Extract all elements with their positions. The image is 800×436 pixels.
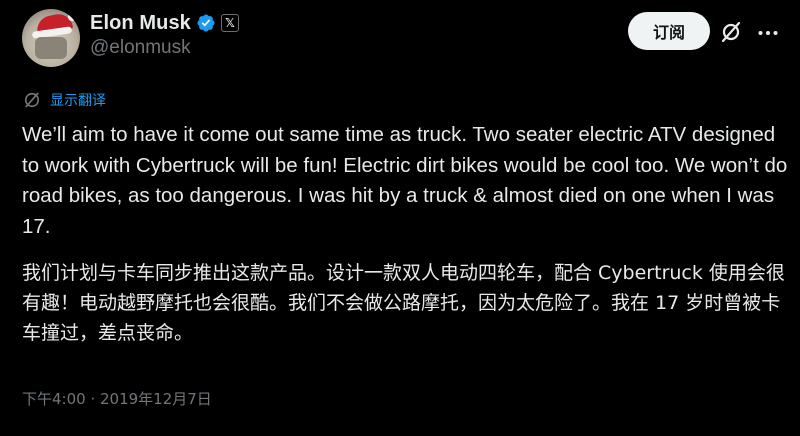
author-display-name[interactable]: Elon Musk <box>90 12 191 35</box>
avatar[interactable] <box>22 9 80 67</box>
subscribe-button[interactable]: 订阅 <box>628 12 710 50</box>
author-name-row: Elon Musk 𝕏 <box>90 11 239 35</box>
santa-hat-pompom <box>68 13 76 21</box>
affiliate-x-badge[interactable]: 𝕏 <box>220 14 239 32</box>
avatar-face <box>35 37 67 59</box>
author-handle[interactable]: @elonmusk <box>90 37 191 59</box>
more-options-icon[interactable] <box>756 21 780 45</box>
translate-icon <box>24 92 40 108</box>
post-timestamp[interactable]: 下午4:00 · 2019年12月7日 <box>22 388 212 409</box>
post-text-translated: 我们计划与卡车同步推出这款产品。设计一款双人电动四轮车，配合 Cybertruc… <box>22 262 785 344</box>
verified-badge-icon[interactable] <box>196 13 216 33</box>
show-translation-label[interactable]: 显示翻译 <box>50 90 106 110</box>
show-translation-link[interactable]: 显示翻译 <box>22 90 106 110</box>
post-card: Elon Musk 𝕏 @elonmusk 订阅 显示翻译 We’ll aim … <box>0 0 800 436</box>
grok-icon[interactable] <box>719 20 743 44</box>
post-text-original: We’ll aim to have it come out same time … <box>22 123 788 238</box>
